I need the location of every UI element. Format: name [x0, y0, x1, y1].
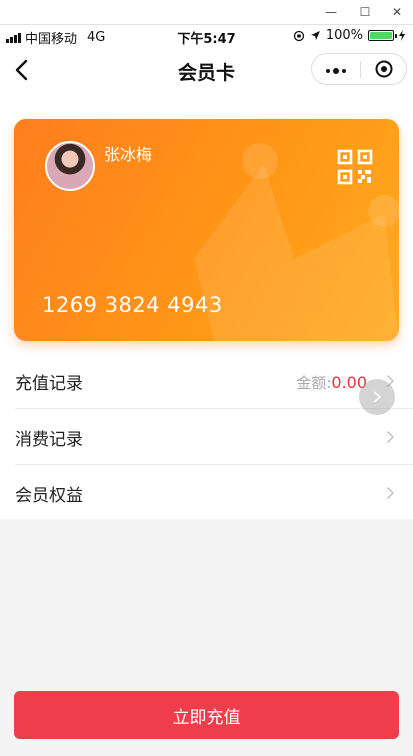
orientation-lock-icon [293, 30, 304, 41]
navigation-bar: 会员卡 [0, 47, 413, 93]
window-titlebar: — ☐ ✕ [0, 0, 413, 25]
status-bar: 中国移动 4G 下午5:47 100% [0, 25, 413, 47]
recharge-now-button[interactable]: 立即充值 [14, 691, 399, 739]
battery-icon [368, 30, 397, 41]
battery-fill [370, 32, 392, 39]
recharge-records-label: 充值记录 [15, 374, 83, 394]
member-benefits-label: 会员权益 [15, 486, 83, 506]
mini-program-capsule [311, 53, 407, 85]
menu-list: 充值记录 金额:0.00 消费记录 会员权益 [0, 353, 413, 521]
member-card[interactable]: 张冰梅 1269 3824 4943 [14, 119, 399, 341]
chevron-right-icon [373, 391, 382, 403]
chevron-right-icon [387, 487, 394, 499]
chevron-right-icon [387, 431, 394, 443]
list-item-recharge-records[interactable]: 充值记录 金额:0.00 [0, 353, 413, 409]
battery-percent: 100% [325, 28, 363, 43]
maximize-icon[interactable]: ☐ [347, 0, 383, 24]
avatar [45, 141, 95, 191]
list-item-member-benefits[interactable]: 会员权益 [0, 465, 413, 521]
list-item-consumption-records[interactable]: 消费记录 [0, 409, 413, 465]
capsule-divider [360, 61, 361, 78]
close-window-icon[interactable]: ✕ [379, 0, 413, 24]
consumption-records-label: 消费记录 [15, 430, 83, 450]
more-dots-icon[interactable] [326, 68, 346, 74]
balance-label: 金额: [296, 374, 332, 392]
minimize-icon[interactable]: — [313, 0, 349, 24]
location-icon [310, 31, 320, 40]
card-holder-name: 张冰梅 [104, 145, 153, 164]
floating-nav-button[interactable] [359, 379, 395, 415]
qr-code-icon[interactable] [337, 149, 373, 185]
target-icon[interactable] [375, 60, 393, 78]
charging-icon [399, 30, 405, 41]
balance-amount: 金额:0.00 [296, 372, 367, 393]
card-number: 1269 3824 4943 [42, 293, 223, 317]
